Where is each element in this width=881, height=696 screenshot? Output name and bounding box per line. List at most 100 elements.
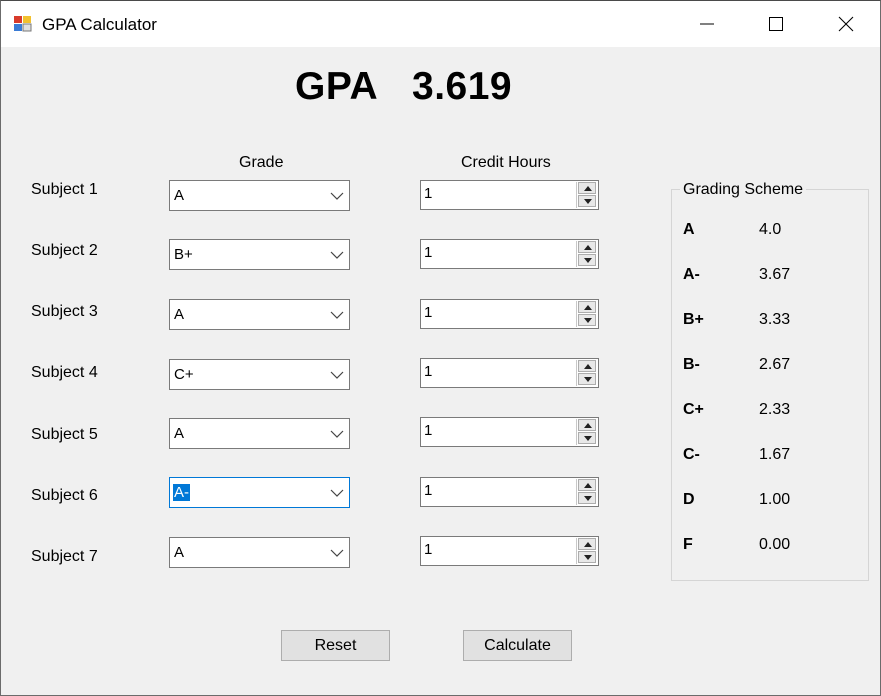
- down-arrow-icon: [584, 555, 592, 560]
- subject-7-credit-stepper[interactable]: 1: [420, 536, 599, 566]
- up-arrow-icon: [584, 186, 592, 191]
- subject-5-credit-stepper[interactable]: 1: [420, 417, 599, 447]
- down-arrow-icon: [584, 318, 592, 323]
- up-arrow-icon: [584, 305, 592, 310]
- scheme-points: 1.00: [759, 491, 791, 508]
- scheme-grade: C+: [683, 401, 704, 418]
- chevron-down-icon: [330, 311, 344, 319]
- scheme-grade: B-: [683, 356, 700, 373]
- scheme-grade: D: [683, 491, 695, 508]
- up-arrow-icon: [584, 245, 592, 250]
- subject-6-credit-stepper[interactable]: 1: [420, 477, 599, 507]
- spin-up-button[interactable]: [578, 241, 596, 253]
- spin-down-button[interactable]: [578, 254, 596, 266]
- subject-2-label: Subject 2: [31, 242, 98, 259]
- maximize-icon: [769, 17, 783, 31]
- title-bar: GPA Calculator: [1, 1, 880, 47]
- subject-7-grade-select[interactable]: A: [169, 537, 350, 568]
- calculate-button[interactable]: Calculate: [463, 630, 572, 661]
- scheme-grade: A-: [683, 266, 700, 283]
- subject-2-credit-stepper[interactable]: 1: [420, 239, 599, 269]
- down-arrow-icon: [584, 258, 592, 263]
- chevron-down-icon: [330, 430, 344, 438]
- spin-down-button[interactable]: [578, 551, 596, 563]
- spin-up-button[interactable]: [578, 538, 596, 550]
- spin-down-button[interactable]: [578, 314, 596, 326]
- subject-5-credit-value: 1: [424, 422, 433, 439]
- scheme-points: 4.0: [759, 221, 782, 238]
- subject-6-grade-select[interactable]: A-: [169, 477, 350, 508]
- grading-scheme-group: [671, 189, 869, 581]
- subject-1-credit-stepper[interactable]: 1: [420, 180, 599, 210]
- scheme-grade: B+: [683, 311, 704, 328]
- subject-3-label: Subject 3: [31, 303, 98, 320]
- up-arrow-icon: [584, 423, 592, 428]
- spin-down-button[interactable]: [578, 492, 596, 504]
- up-arrow-icon: [584, 483, 592, 488]
- spin-up-button[interactable]: [578, 419, 596, 431]
- maximize-button[interactable]: [741, 1, 811, 47]
- spin-up-button[interactable]: [578, 479, 596, 491]
- scheme-points: 2.67: [759, 356, 791, 373]
- subject-7-grade-value: A: [174, 544, 185, 561]
- subject-2-grade-value: B+: [174, 246, 193, 263]
- scheme-grade: A: [683, 221, 695, 238]
- subject-2-grade-select[interactable]: B+: [169, 239, 350, 270]
- down-arrow-icon: [584, 496, 592, 501]
- spin-up-button[interactable]: [578, 360, 596, 372]
- minimize-button[interactable]: [672, 1, 742, 47]
- grading-scheme-title: Grading Scheme: [680, 181, 807, 199]
- down-arrow-icon: [584, 436, 592, 441]
- scheme-points: 0.00: [759, 536, 791, 553]
- subject-4-grade-select[interactable]: C+: [169, 359, 350, 390]
- subject-6-credit-value: 1: [424, 482, 433, 499]
- chevron-down-icon: [330, 251, 344, 259]
- scheme-points: 1.67: [759, 446, 791, 463]
- subject-3-grade-value: A: [174, 306, 185, 323]
- subject-7-credit-value: 1: [424, 541, 433, 558]
- chevron-down-icon: [330, 192, 344, 200]
- subject-1-label: Subject 1: [31, 181, 98, 198]
- up-arrow-icon: [584, 542, 592, 547]
- spin-down-button[interactable]: [578, 432, 596, 444]
- subject-4-grade-value: C+: [174, 366, 194, 383]
- spin-up-button[interactable]: [578, 182, 596, 194]
- subject-2-credit-value: 1: [424, 244, 433, 261]
- chevron-down-icon: [330, 371, 344, 379]
- app-icon: [14, 15, 32, 33]
- reset-button[interactable]: Reset: [281, 630, 390, 661]
- scheme-grade: F: [683, 536, 693, 553]
- chevron-down-icon: [330, 489, 344, 497]
- app-window: GPA Calculator GPA 3.619 Grade Credit Ho…: [0, 0, 881, 696]
- down-arrow-icon: [584, 199, 592, 204]
- spin-down-button[interactable]: [578, 195, 596, 207]
- spin-down-button[interactable]: [578, 373, 596, 385]
- subject-1-grade-value: A: [174, 187, 185, 204]
- subject-1-grade-select[interactable]: A: [169, 180, 350, 211]
- minimize-icon: [700, 23, 714, 25]
- subject-6-grade-value: A-: [173, 484, 190, 501]
- scheme-points: 3.67: [759, 266, 791, 283]
- chevron-down-icon: [330, 549, 344, 557]
- scheme-points: 3.33: [759, 311, 791, 328]
- gpa-label: GPA: [295, 65, 379, 108]
- close-button[interactable]: [811, 1, 881, 47]
- credit-hours-column-header: Credit Hours: [461, 154, 551, 171]
- close-icon: [838, 16, 854, 32]
- subject-1-credit-value: 1: [424, 185, 433, 202]
- subject-3-credit-value: 1: [424, 304, 433, 321]
- subject-5-grade-select[interactable]: A: [169, 418, 350, 449]
- subject-4-credit-stepper[interactable]: 1: [420, 358, 599, 388]
- subject-4-label: Subject 4: [31, 364, 98, 381]
- grade-column-header: Grade: [239, 154, 284, 171]
- spin-up-button[interactable]: [578, 301, 596, 313]
- subject-4-credit-value: 1: [424, 363, 433, 380]
- subject-3-credit-stepper[interactable]: 1: [420, 299, 599, 329]
- subject-5-label: Subject 5: [31, 426, 98, 443]
- subject-3-grade-select[interactable]: A: [169, 299, 350, 330]
- subject-5-grade-value: A: [174, 425, 185, 442]
- scheme-points: 2.33: [759, 401, 791, 418]
- subject-6-label: Subject 6: [31, 487, 98, 504]
- window-title: GPA Calculator: [42, 15, 157, 34]
- subject-7-label: Subject 7: [31, 548, 98, 565]
